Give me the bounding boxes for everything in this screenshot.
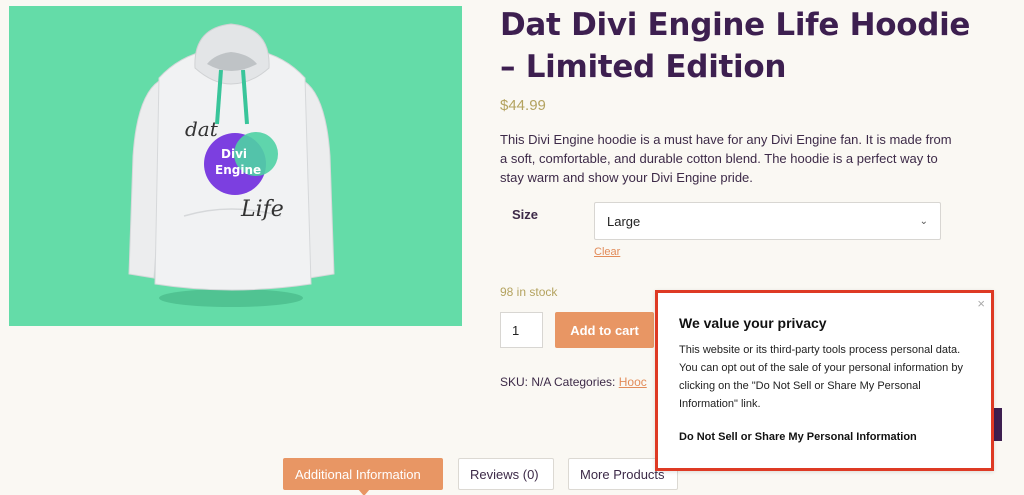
tab-reviews[interactable]: Reviews (0) — [458, 458, 554, 490]
size-select[interactable]: Large ⌄ — [594, 202, 941, 240]
svg-text:Engine: Engine — [215, 163, 261, 177]
svg-text:Life: Life — [240, 197, 284, 222]
sku-text: SKU: N/A Categories: — [500, 375, 616, 389]
product-image: Divi Engine dat Life — [9, 6, 462, 326]
product-meta: SKU: N/A Categories: Hooc — [500, 375, 647, 389]
hoodie-illustration: Divi Engine dat Life — [128, 23, 335, 307]
svg-text:Divi: Divi — [221, 147, 247, 161]
chevron-down-icon: ⌄ — [919, 215, 928, 227]
clear-variation-link[interactable]: Clear — [594, 246, 620, 258]
category-link[interactable]: Hooc — [619, 375, 647, 389]
privacy-popup: × We value your privacy This website or … — [655, 290, 994, 471]
product-price: $44.99 — [500, 97, 546, 114]
quantity-input[interactable]: 1 — [500, 312, 543, 348]
do-not-sell-link[interactable]: Do Not Sell or Share My Personal Informa… — [679, 431, 917, 443]
tab-additional-information[interactable]: Additional Information — [283, 458, 443, 495]
size-selected-value: Large — [607, 213, 641, 229]
privacy-title: We value your privacy — [679, 315, 827, 331]
stock-status: 98 in stock — [500, 285, 558, 299]
privacy-body: This website or its third-party tools pr… — [679, 344, 963, 410]
product-title: Dat Divi Engine Life Hoodie – Limited Ed… — [500, 7, 971, 85]
add-to-cart-button[interactable]: Add to cart — [555, 312, 654, 348]
close-icon[interactable]: × — [977, 296, 985, 311]
product-description: This Divi Engine hoodie is a must have f… — [500, 132, 952, 185]
svg-text:dat: dat — [185, 117, 219, 141]
size-label: Size — [512, 207, 539, 222]
